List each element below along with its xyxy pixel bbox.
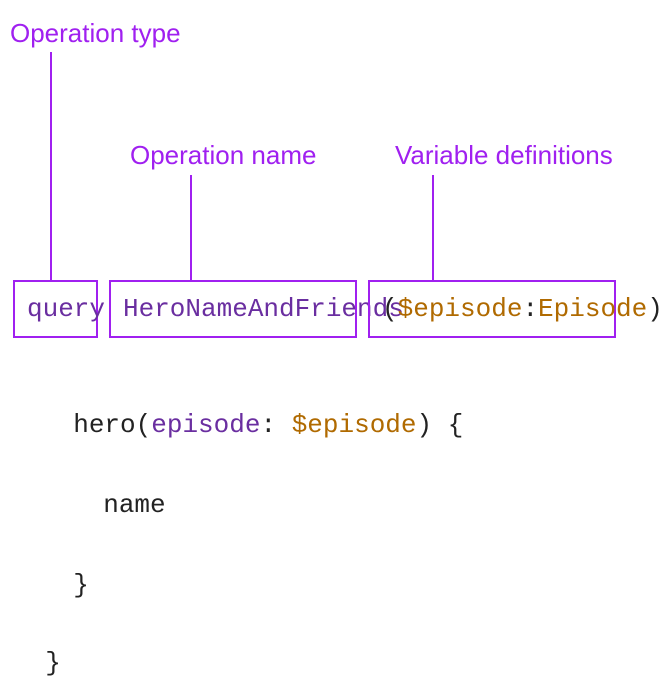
token-brace-close-inner: } [73, 570, 89, 600]
label-operation-type: Operation type [10, 18, 181, 49]
token-hero: hero [73, 410, 135, 440]
connector-operation-name [190, 175, 192, 280]
code-line3: name [72, 460, 166, 520]
token-vardefs-type: Episode [538, 294, 647, 324]
token-hero-paren-close: ) [417, 410, 433, 440]
token-brace-open-inner: { [432, 410, 463, 440]
token-name-field: name [103, 490, 165, 520]
token-vardefs-open: ( [382, 294, 398, 324]
code-line4: } [42, 540, 89, 600]
token-vardefs-colon: : [522, 294, 538, 324]
code-line2: hero(episode: $episode) { [42, 380, 463, 440]
token-query-keyword: query [27, 294, 105, 324]
box-operation-name: HeroNameAndFriends [109, 280, 357, 338]
token-arg-var: $episode [292, 410, 417, 440]
token-hero-paren-open: ( [136, 410, 152, 440]
token-brace-close-outer: } [45, 648, 61, 678]
box-operation-type: query [13, 280, 98, 338]
token-arg-episode: episode [151, 410, 260, 440]
code-line5: } [14, 618, 61, 678]
box-variable-definitions: ($episode: Episode) [368, 280, 616, 338]
label-variable-definitions: Variable definitions [395, 140, 613, 171]
token-operation-name: HeroNameAndFriends [123, 294, 404, 324]
label-operation-name: Operation name [130, 140, 316, 171]
connector-variable-definitions [432, 175, 434, 280]
connector-operation-type [50, 52, 52, 280]
token-arg-colon: : [260, 410, 291, 440]
token-vardefs-var: $episode [398, 294, 523, 324]
code-line1-brace: { [633, 296, 660, 356]
